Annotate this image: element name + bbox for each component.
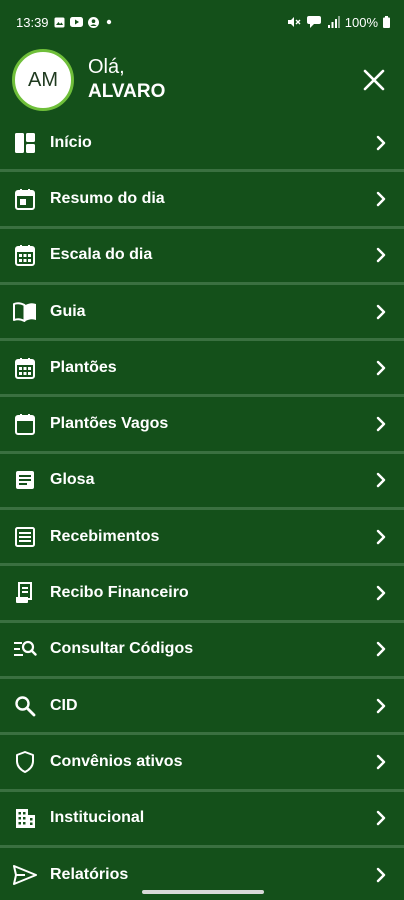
calendar-grid-icon — [13, 356, 37, 380]
dashboard-icon — [13, 131, 37, 155]
search-list-icon — [13, 637, 37, 661]
search-icon — [13, 694, 37, 718]
list-lines-icon — [13, 525, 37, 549]
status-time: 13:39 — [16, 14, 49, 30]
chevron-right-icon — [374, 809, 388, 827]
status-right: 100% — [287, 15, 390, 30]
receipt-icon — [13, 581, 37, 605]
close-button[interactable] — [358, 64, 390, 96]
user-name: ALVARO — [88, 81, 166, 102]
signal-icon — [327, 16, 340, 28]
greeting: Olá, ALVARO — [88, 55, 165, 105]
battery-percent: 100% — [344, 14, 378, 30]
menu-item-guia[interactable]: Guia — [0, 285, 404, 342]
menu-item-label: Recibo Financeiro — [50, 584, 189, 602]
calendar-day-icon — [13, 187, 37, 211]
menu-item-cid[interactable]: CID — [0, 679, 404, 736]
chevron-right-icon — [374, 134, 388, 152]
close-icon — [363, 69, 385, 91]
book-open-icon — [13, 300, 37, 324]
shield-icon — [13, 750, 37, 774]
chevron-right-icon — [374, 697, 388, 715]
menu-item-label: Consultar Códigos — [50, 640, 194, 658]
mute-icon — [287, 16, 301, 28]
chevron-right-icon — [374, 246, 388, 264]
chevron-right-icon — [374, 640, 388, 658]
menu-item-inicio[interactable]: Início — [0, 116, 404, 173]
document-lines-icon — [13, 468, 37, 492]
menu-item-institucional[interactable]: Institucional — [0, 792, 404, 848]
chevron-right-icon — [374, 753, 388, 771]
avatar[interactable]: AM — [12, 49, 74, 111]
menu-item-label: Início — [50, 133, 92, 151]
menu-item-label: Recebimentos — [50, 527, 160, 545]
volte-icon — [306, 15, 322, 29]
drawer-menu: Início Resumo do dia Escala do dia Guia … — [0, 116, 404, 900]
account-notification-icon — [87, 16, 99, 28]
chevron-right-icon — [374, 190, 388, 208]
menu-item-label: Relatórios — [50, 865, 129, 883]
home-indicator[interactable] — [142, 890, 264, 894]
gallery-notification-icon — [54, 17, 65, 28]
menu-item-glosa[interactable]: Glosa — [0, 454, 404, 511]
status-left: 13:39 — [16, 15, 114, 30]
chevron-right-icon — [374, 528, 388, 546]
menu-item-label: Institucional — [50, 809, 145, 827]
calendar-blank-icon — [13, 412, 37, 436]
menu-item-label: Plantões — [50, 358, 117, 376]
building-icon — [13, 806, 37, 830]
menu-item-label: CID — [50, 696, 78, 714]
chevron-right-icon — [374, 866, 388, 884]
menu-item-label: Guia — [50, 302, 86, 320]
calendar-grid-icon — [13, 243, 37, 267]
avatar-initials: AM — [28, 68, 58, 91]
menu-item-recibo-financeiro[interactable]: Recibo Financeiro — [0, 566, 404, 623]
status-bar: 13:39 100% — [0, 0, 404, 44]
menu-item-label: Glosa — [50, 471, 95, 489]
menu-item-plantoes[interactable]: Plantões — [0, 341, 404, 398]
greeting-hello: Olá, — [88, 56, 125, 78]
menu-item-convenios-ativos[interactable]: Convênios ativos — [0, 735, 404, 792]
dot-notification-icon — [104, 17, 114, 27]
chevron-right-icon — [374, 359, 388, 377]
chevron-right-icon — [374, 303, 388, 321]
youtube-notification-icon — [69, 17, 83, 27]
chevron-right-icon — [374, 584, 388, 602]
menu-item-plantoes-vagos[interactable]: Plantões Vagos — [0, 397, 404, 454]
menu-item-label: Resumo do dia — [50, 189, 165, 207]
menu-item-label: Convênios ativos — [50, 752, 183, 770]
menu-item-resumo-do-dia[interactable]: Resumo do dia — [0, 172, 404, 229]
menu-item-recebimentos[interactable]: Recebimentos — [0, 510, 404, 567]
drawer-header: AM Olá, ALVARO — [0, 44, 404, 116]
menu-item-consultar-codigos[interactable]: Consultar Códigos — [0, 623, 404, 679]
menu-item-label: Escala do dia — [50, 246, 153, 264]
send-icon — [13, 863, 37, 887]
battery-icon — [383, 16, 390, 28]
menu-item-escala-do-dia[interactable]: Escala do dia — [0, 229, 404, 285]
chevron-right-icon — [374, 415, 388, 433]
menu-item-label: Plantões Vagos — [50, 415, 169, 433]
chevron-right-icon — [374, 471, 388, 489]
